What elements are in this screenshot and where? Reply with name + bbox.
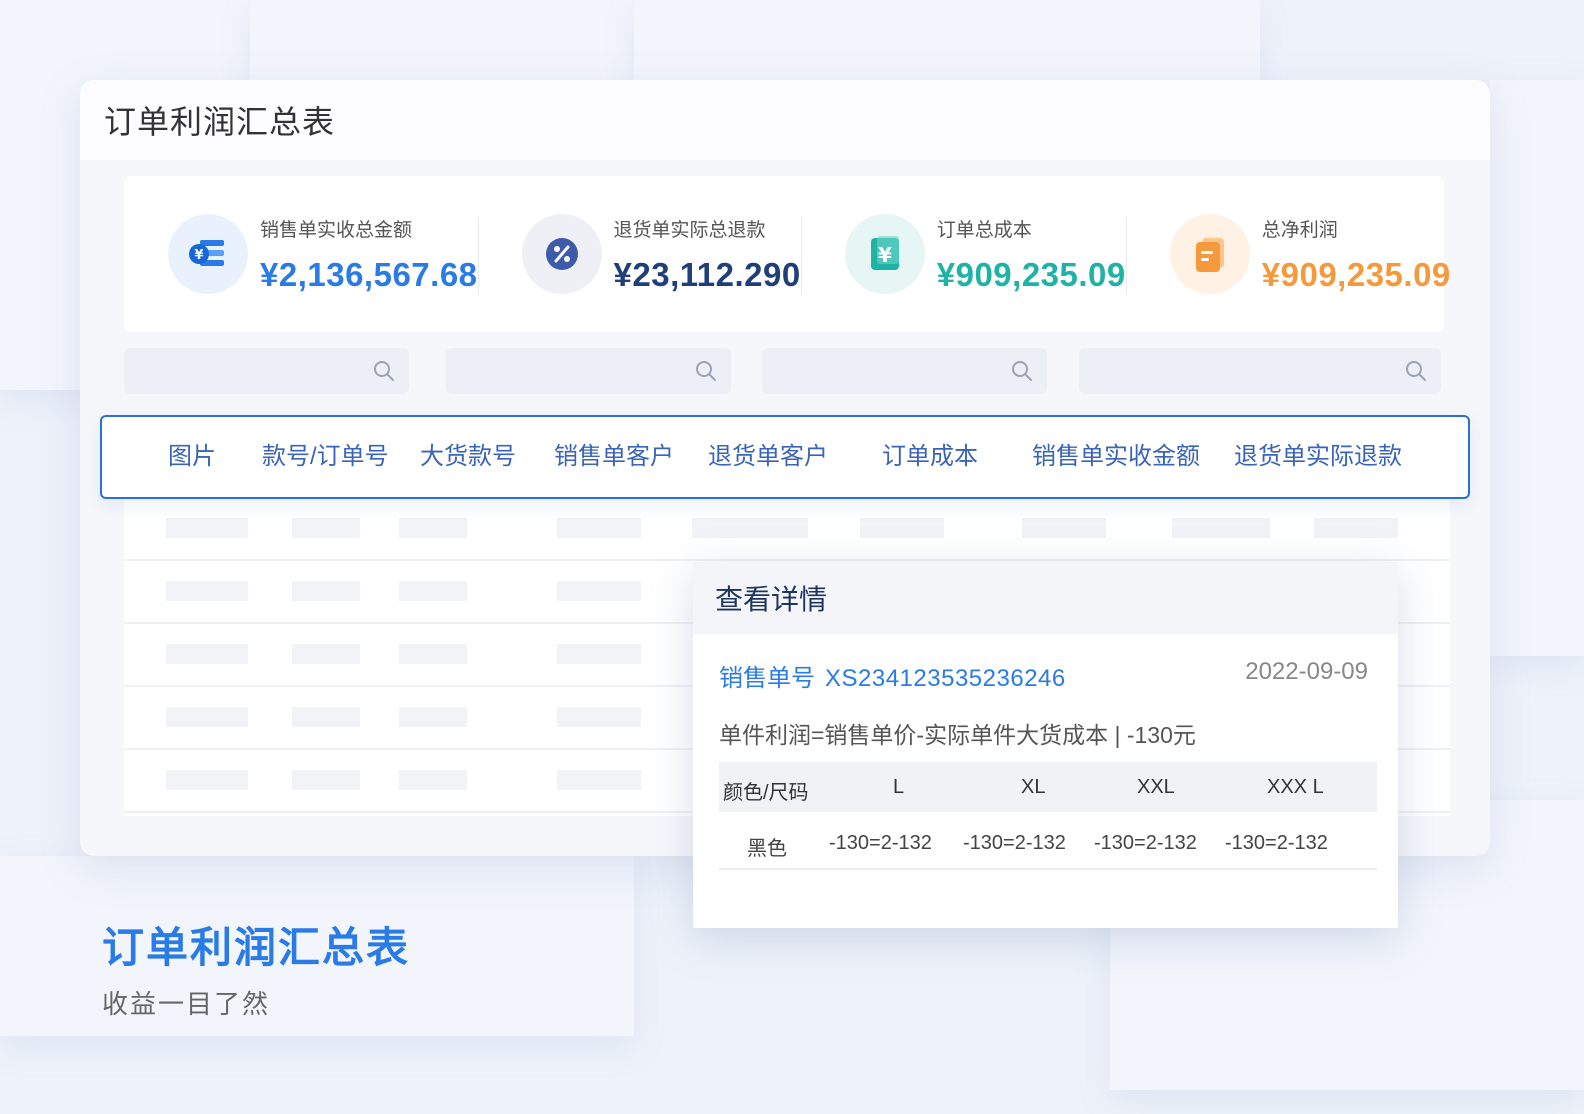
detail-title: 查看详情 <box>715 584 828 615</box>
profit-cell: -130=2-132 <box>829 832 932 854</box>
size-header-cell: XXL <box>1137 776 1175 798</box>
size-table-row: 黑色 -130=2-132 -130=2-132 -130=2-132 -130… <box>719 816 1377 870</box>
size-header-cell: 颜色/尺码 <box>723 782 809 804</box>
order-number[interactable]: XS234123535236246 <box>825 665 1066 692</box>
search-bar <box>124 348 1444 394</box>
stat-label: 总净利润 <box>1261 219 1338 241</box>
search-input[interactable] <box>124 348 409 394</box>
table-row[interactable] <box>124 500 1450 561</box>
column-header[interactable]: 销售单实收金额 <box>1032 417 1200 497</box>
column-header[interactable]: 大货款号 <box>420 417 516 497</box>
size-header-cell: XXX L <box>1267 776 1324 798</box>
column-header[interactable]: 订单成本 <box>882 417 978 497</box>
stat-label: 退货单实际总退款 <box>613 219 766 241</box>
percent-icon <box>521 214 602 294</box>
column-header[interactable]: 图片 <box>168 417 216 497</box>
color-cell: 黑色 <box>747 838 787 860</box>
background-tile <box>634 0 1260 80</box>
search-icon[interactable] <box>1405 360 1427 382</box>
yen-list-icon: ¥ <box>168 214 248 294</box>
stat-value: ¥23,112.290 <box>613 255 801 293</box>
svg-text:¥: ¥ <box>878 243 892 267</box>
stat-value: ¥2,136,567.68 <box>260 255 478 293</box>
stat-refund-total: 退货单实际总退款 ¥23,112.290 <box>477 176 801 332</box>
yen-card-icon: ¥ <box>844 214 925 294</box>
search-icon[interactable] <box>373 360 395 382</box>
background-tile <box>1490 80 1584 656</box>
background-tile <box>250 0 634 80</box>
size-table-header: 颜色/尺码 L XL XXL XXX L <box>719 762 1377 812</box>
stat-net-profit: 总净利润 ¥909,235.09 <box>1125 176 1451 332</box>
promo-subtitle: 收益一目了然 <box>102 989 271 1019</box>
profit-cell: -130=2-132 <box>1094 832 1197 854</box>
search-input[interactable] <box>1079 348 1441 394</box>
profit-cell: -130=2-132 <box>963 832 1066 854</box>
svg-text:¥: ¥ <box>194 248 203 263</box>
order-label: 销售单号 <box>719 665 815 692</box>
table-header: 图片 款号/订单号 大货款号 销售单客户 退货单客户 订单成本 销售单实收金额 … <box>100 415 1470 499</box>
stat-order-cost: ¥ 订单总成本 ¥909,235.09 <box>800 176 1126 332</box>
card-header: 订单利润汇总表 <box>80 80 1490 160</box>
order-number-line: 销售单号 XS234123535236246 <box>719 658 1066 693</box>
promo-title: 订单利润汇总表 <box>102 924 411 971</box>
page-title: 订单利润汇总表 <box>104 104 336 140</box>
stats-panel: ¥ 销售单实收总金额 ¥2,136,567.68 退货单实际总退款 ¥23,11… <box>124 176 1450 332</box>
stat-label: 销售单实收总金额 <box>260 219 413 241</box>
stat-label: 订单总成本 <box>936 219 1032 241</box>
column-header[interactable]: 销售单客户 <box>554 417 674 497</box>
search-input[interactable] <box>446 348 731 394</box>
column-header[interactable]: 款号/订单号 <box>262 417 389 497</box>
size-header-cell: L <box>893 776 905 798</box>
stat-value: ¥909,235.09 <box>1261 255 1451 293</box>
document-icon <box>1169 214 1250 294</box>
profit-formula: 单件利润=销售单价-实际单件大货成本 | -130元 <box>719 722 1196 748</box>
search-icon[interactable] <box>695 360 717 382</box>
stat-sales-total: ¥ 销售单实收总金额 ¥2,136,567.68 <box>124 176 478 332</box>
column-header[interactable]: 退货单实际退款 <box>1234 417 1402 497</box>
detail-popup: 查看详情 销售单号 XS234123535236246 2022-09-09 单件… <box>693 562 1398 928</box>
detail-header: 查看详情 <box>693 562 1398 634</box>
size-header-cell: XL <box>1021 776 1046 798</box>
stat-value: ¥909,235.09 <box>936 255 1126 293</box>
search-input[interactable] <box>762 348 1047 394</box>
order-date: 2022-09-09 <box>1245 658 1368 685</box>
column-header[interactable]: 退货单客户 <box>708 417 828 497</box>
profit-cell: -130=2-132 <box>1225 832 1328 854</box>
search-icon[interactable] <box>1011 360 1033 382</box>
